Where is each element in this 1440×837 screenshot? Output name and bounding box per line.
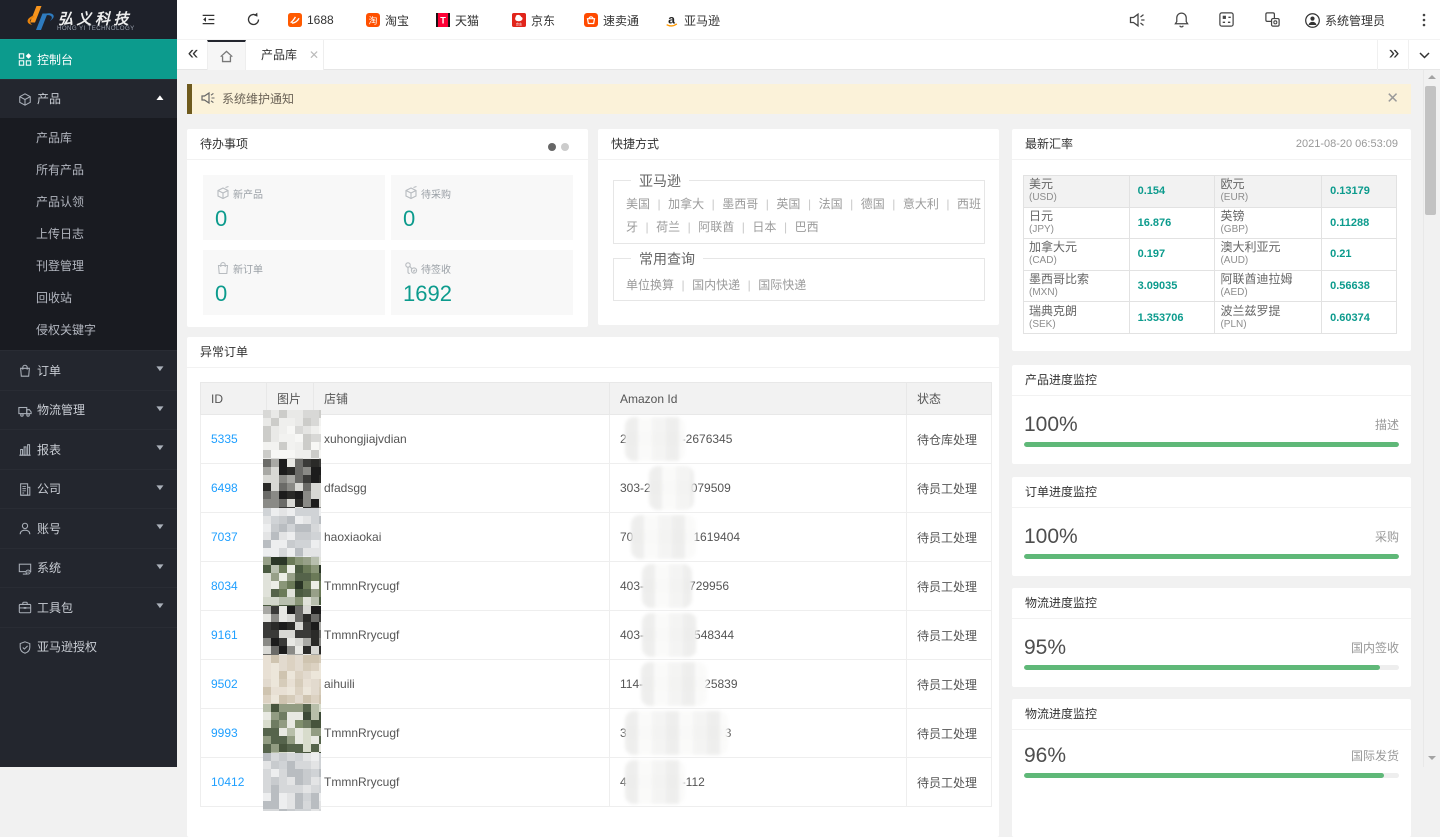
svg-text:T: T [440, 16, 446, 26]
svg-text:a: a [668, 13, 675, 27]
svg-text:京东: 京东 [516, 21, 522, 26]
svg-text:淘: 淘 [369, 14, 378, 25]
